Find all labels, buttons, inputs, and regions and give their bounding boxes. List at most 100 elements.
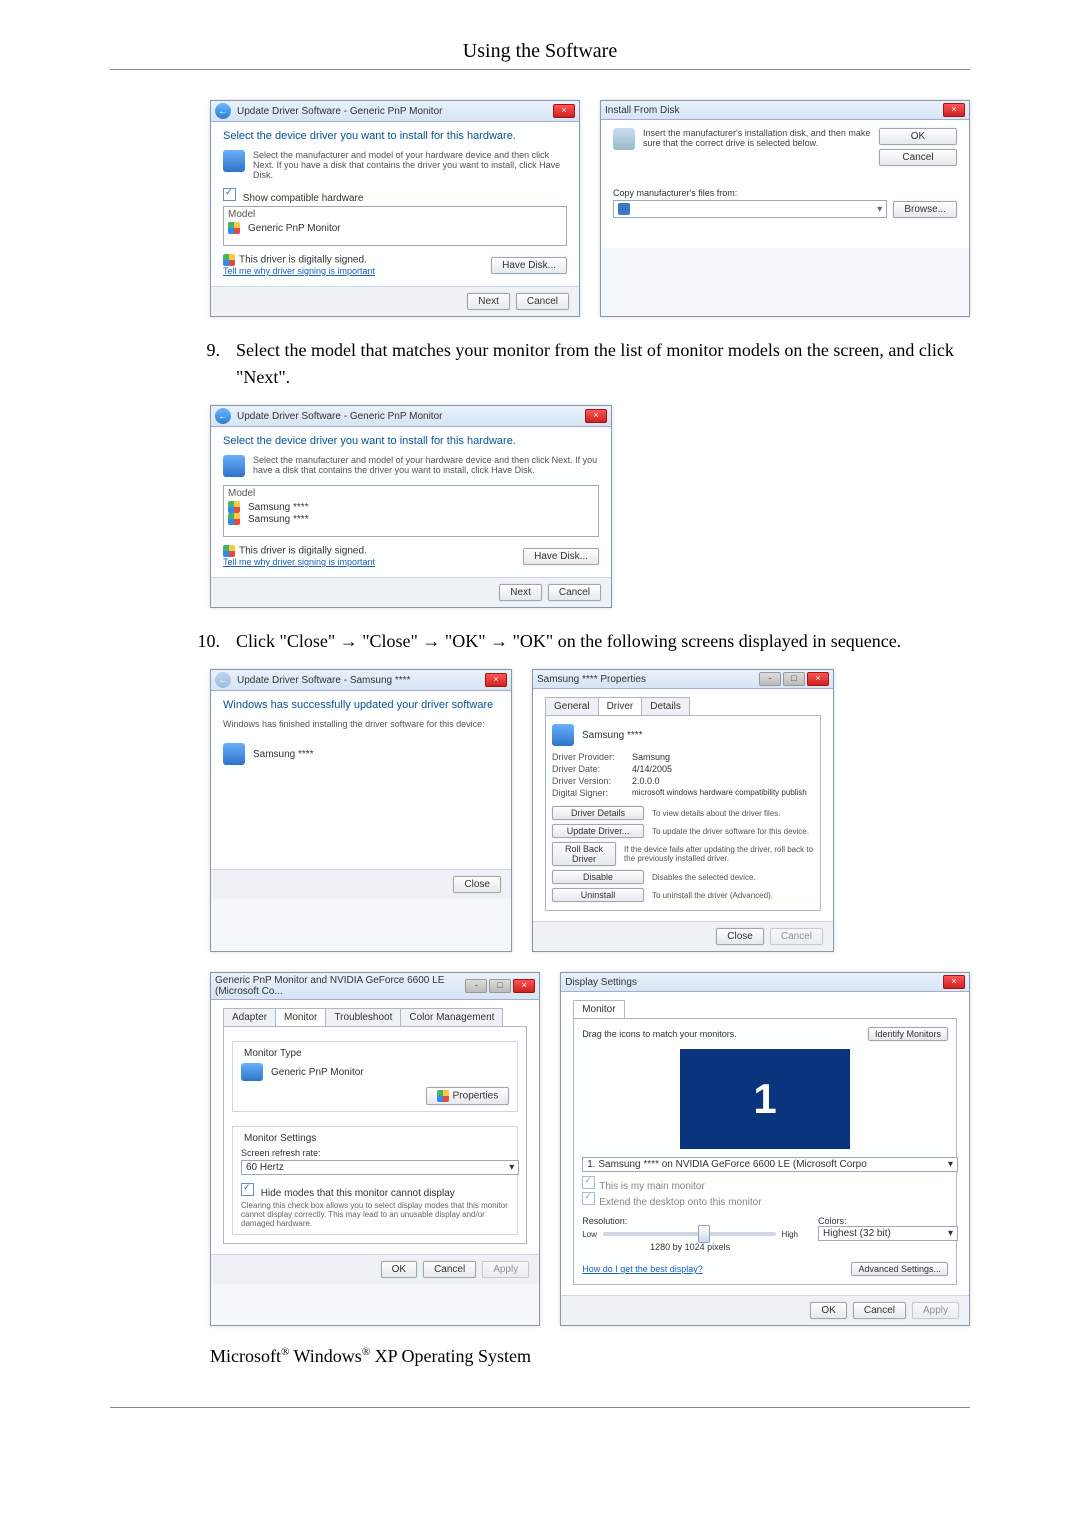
- update-driver-button[interactable]: Update Driver...: [552, 824, 644, 838]
- tab-monitor[interactable]: Monitor: [573, 1000, 624, 1018]
- maximize-icon[interactable]: □: [489, 979, 511, 993]
- back-icon[interactable]: ←: [215, 408, 231, 424]
- ok-button[interactable]: OK: [810, 1302, 846, 1319]
- disk-icon: [613, 128, 635, 150]
- select-model-window: ← Update Driver Software - Generic PnP M…: [210, 405, 612, 608]
- select-driver-heading: Select the device driver you want to ins…: [223, 130, 567, 142]
- show-compatible-checkbox[interactable]: [223, 188, 236, 201]
- properties-button[interactable]: Properties: [426, 1087, 510, 1105]
- ok-button[interactable]: OK: [381, 1261, 417, 1278]
- monitor-preview[interactable]: 1: [680, 1049, 850, 1149]
- browse-button[interactable]: Browse...: [893, 201, 957, 218]
- hide-modes-checkbox[interactable]: [241, 1183, 254, 1196]
- monitor-type-title: Monitor Type: [241, 1048, 305, 1059]
- close-icon[interactable]: ×: [585, 409, 607, 423]
- tab-driver[interactable]: Driver: [598, 697, 643, 715]
- close-icon[interactable]: ×: [943, 975, 965, 989]
- refresh-rate-label: Screen refresh rate:: [241, 1148, 509, 1158]
- chevron-down-icon[interactable]: ▾: [877, 204, 882, 215]
- shield-icon: [228, 222, 240, 234]
- cancel-button[interactable]: Cancel: [853, 1302, 906, 1319]
- model-list-item[interactable]: Samsung ****: [248, 502, 309, 513]
- resolution-label: Resolution:: [582, 1216, 798, 1226]
- cancel-button[interactable]: Cancel: [548, 584, 601, 601]
- model-list-item[interactable]: Samsung ****: [248, 514, 309, 525]
- next-button[interactable]: Next: [499, 584, 542, 601]
- uninstall-button[interactable]: Uninstall: [552, 888, 644, 902]
- close-button[interactable]: Close: [453, 876, 501, 893]
- close-icon[interactable]: ×: [485, 673, 507, 687]
- chevron-down-icon: ▾: [948, 1159, 953, 1170]
- monitor-icon: [223, 743, 245, 765]
- resolution-value: 1280 by 1024 pixels: [582, 1242, 798, 1252]
- tab-adapter[interactable]: Adapter: [223, 1008, 276, 1026]
- monitor-icon: [241, 1063, 263, 1081]
- monitor-select-dropdown[interactable]: 1. Samsung **** on NVIDIA GeForce 6600 L…: [582, 1157, 958, 1172]
- refresh-rate-dropdown[interactable]: 60 Hertz ▾: [241, 1160, 519, 1175]
- copy-from-label: Copy manufacturer's files from:: [613, 188, 957, 198]
- colors-label: Colors:: [818, 1216, 948, 1226]
- signing-important-link[interactable]: Tell me why driver signing is important: [223, 266, 375, 276]
- monitor-icon: [223, 455, 245, 477]
- tab-color-management[interactable]: Color Management: [400, 1008, 503, 1026]
- window-title: Update Driver Software - Generic PnP Mon…: [237, 411, 442, 422]
- update-success-window: ← Update Driver Software - Samsung **** …: [210, 669, 512, 952]
- digital-signer-value: microsoft windows hardware compatibility…: [632, 788, 807, 798]
- tab-general[interactable]: General: [545, 697, 599, 715]
- window-title: Update Driver Software - Generic PnP Mon…: [237, 106, 442, 117]
- window-title: Install From Disk: [605, 105, 679, 116]
- monitor-icon: [223, 150, 245, 172]
- have-disk-button[interactable]: Have Disk...: [523, 548, 599, 565]
- step-text: Click "Close" → "Close" → "OK" → "OK" on…: [236, 628, 970, 655]
- resolution-slider[interactable]: [603, 1232, 776, 1236]
- drag-icons-text: Drag the icons to match your monitors.: [582, 1029, 737, 1039]
- digitally-signed-text: This driver is digitally signed.: [239, 255, 367, 266]
- have-disk-button[interactable]: Have Disk...: [491, 257, 567, 274]
- monitor-select-value: 1. Samsung **** on NVIDIA GeForce 6600 L…: [587, 1159, 867, 1170]
- close-icon[interactable]: ×: [513, 979, 535, 993]
- generic-monitor-properties-window: Generic PnP Monitor and NVIDIA GeForce 6…: [210, 972, 540, 1326]
- step-text: Select the model that matches your monit…: [236, 337, 970, 391]
- close-icon[interactable]: ×: [553, 104, 575, 118]
- maximize-icon[interactable]: □: [783, 672, 805, 686]
- page-title: Using the Software: [110, 40, 970, 63]
- signing-important-link[interactable]: Tell me why driver signing is important: [223, 557, 375, 567]
- disable-button[interactable]: Disable: [552, 870, 644, 884]
- success-subtext: Windows has finished installing the driv…: [223, 719, 499, 729]
- next-button[interactable]: Next: [467, 293, 510, 310]
- rollback-driver-button[interactable]: Roll Back Driver: [552, 842, 616, 866]
- cancel-button[interactable]: Cancel: [516, 293, 569, 310]
- minimize-icon[interactable]: ‐: [465, 979, 487, 993]
- cancel-button[interactable]: Cancel: [879, 149, 957, 166]
- tab-monitor[interactable]: Monitor: [275, 1008, 326, 1026]
- close-button[interactable]: Close: [716, 928, 764, 945]
- success-heading: Windows has successfully updated your dr…: [223, 699, 499, 711]
- tab-troubleshoot[interactable]: Troubleshoot: [325, 1008, 401, 1026]
- tab-details[interactable]: Details: [641, 697, 690, 715]
- model-list-item[interactable]: Generic PnP Monitor: [248, 223, 341, 234]
- main-monitor-label: This is my main monitor: [599, 1181, 705, 1192]
- shield-icon: [223, 254, 235, 266]
- hide-modes-label: Hide modes that this monitor cannot disp…: [261, 1188, 455, 1199]
- back-icon[interactable]: ←: [215, 103, 231, 119]
- best-display-link[interactable]: How do I get the best display?: [582, 1264, 703, 1274]
- driver-date-value: 4/14/2005: [632, 764, 672, 774]
- digitally-signed-text: This driver is digitally signed.: [239, 546, 367, 557]
- close-icon[interactable]: ×: [807, 672, 829, 686]
- install-from-disk-window: Install From Disk × Insert the manufactu…: [600, 100, 970, 317]
- display-settings-window: Display Settings × Monitor Drag the icon…: [560, 972, 970, 1326]
- window-title: Update Driver Software - Samsung ****: [237, 675, 410, 686]
- identify-monitors-button[interactable]: Identify Monitors: [868, 1027, 948, 1041]
- cancel-button[interactable]: Cancel: [423, 1261, 476, 1278]
- minimize-icon[interactable]: ‐: [759, 672, 781, 686]
- step-number: 9.: [180, 337, 236, 391]
- window-title: Generic PnP Monitor and NVIDIA GeForce 6…: [215, 975, 465, 997]
- refresh-rate-value: 60 Hertz: [246, 1162, 284, 1173]
- ok-button[interactable]: OK: [879, 128, 957, 145]
- driver-details-button[interactable]: Driver Details: [552, 806, 644, 820]
- close-icon[interactable]: ×: [943, 103, 965, 117]
- advanced-settings-button[interactable]: Advanced Settings...: [851, 1262, 948, 1276]
- colors-dropdown[interactable]: Highest (32 bit) ▾: [818, 1226, 958, 1241]
- disable-desc: Disables the selected device.: [652, 873, 756, 882]
- uninstall-desc: To uninstall the driver (Advanced).: [652, 891, 773, 900]
